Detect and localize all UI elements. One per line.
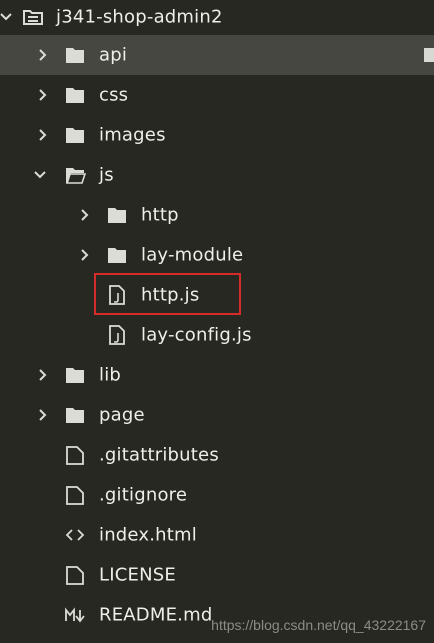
folder-icon bbox=[106, 204, 128, 226]
tree-item-license[interactable]: LICENSE bbox=[0, 555, 434, 595]
tree-item-label: index.html bbox=[99, 524, 197, 546]
tree-item-label: lay-config.js bbox=[141, 324, 252, 346]
folder-icon bbox=[64, 404, 86, 426]
file-icon bbox=[64, 444, 86, 466]
file-icon bbox=[64, 564, 86, 586]
chevron-right-icon[interactable] bbox=[37, 369, 49, 381]
tree-item-http[interactable]: http bbox=[0, 195, 434, 235]
watermark: https://blog.csdn.net/qq_43222167 bbox=[211, 617, 426, 633]
js-file-icon bbox=[106, 324, 128, 346]
tree-item-label: lib bbox=[99, 364, 122, 386]
folder-icon bbox=[64, 124, 86, 146]
tree-item-api[interactable]: api bbox=[0, 35, 434, 75]
tree-item-css[interactable]: css bbox=[0, 75, 434, 115]
file-tree: j341-shop-admin2 api css images js http … bbox=[0, 0, 434, 643]
tree-item-label: .gitattributes bbox=[99, 444, 219, 466]
highlight-box bbox=[94, 273, 241, 315]
folder-icon bbox=[106, 244, 128, 266]
tree-root[interactable]: j341-shop-admin2 bbox=[0, 0, 434, 34]
markdown-icon bbox=[64, 604, 86, 626]
chevron-down-icon[interactable] bbox=[34, 169, 46, 181]
tree-item-label: LICENSE bbox=[99, 564, 176, 586]
tree-item-label: README.md bbox=[99, 604, 213, 626]
folder-icon bbox=[64, 44, 86, 66]
tree-item-label: lay-module bbox=[141, 244, 244, 266]
chevron-right-icon[interactable] bbox=[37, 89, 49, 101]
tree-item-label: page bbox=[99, 404, 145, 426]
chevron-right-icon[interactable] bbox=[37, 409, 49, 421]
code-icon bbox=[64, 524, 86, 546]
chevron-right-icon[interactable] bbox=[37, 49, 49, 61]
tree-item-page[interactable]: page bbox=[0, 395, 434, 435]
folder-open-icon bbox=[64, 164, 86, 186]
chevron-right-icon[interactable] bbox=[79, 249, 91, 261]
tree-item-label: .gitignore bbox=[99, 484, 188, 506]
tree-item-lib[interactable]: lib bbox=[0, 355, 434, 395]
chevron-down-icon[interactable] bbox=[0, 11, 12, 23]
tree-item-js[interactable]: js bbox=[0, 155, 434, 195]
tree-item-label: api bbox=[99, 44, 128, 66]
folder-open-icon bbox=[22, 6, 44, 28]
tree-item-lay-module[interactable]: lay-module bbox=[0, 235, 434, 275]
tree-item-gitattributes[interactable]: .gitattributes bbox=[0, 435, 434, 475]
tree-item-lay-config-js[interactable]: lay-config.js bbox=[0, 315, 434, 355]
tree-item-gitignore[interactable]: .gitignore bbox=[0, 475, 434, 515]
folder-icon bbox=[64, 364, 86, 386]
tree-item-label: css bbox=[99, 84, 129, 106]
tree-item-index-html[interactable]: index.html bbox=[0, 515, 434, 555]
tree-item-label: js bbox=[99, 164, 114, 186]
tree-item-images[interactable]: images bbox=[0, 115, 434, 155]
tree-root-label: j341-shop-admin2 bbox=[56, 6, 223, 28]
folder-icon bbox=[64, 84, 86, 106]
tree-item-label: http bbox=[141, 204, 179, 226]
file-icon bbox=[64, 484, 86, 506]
chevron-right-icon[interactable] bbox=[37, 129, 49, 141]
tree-item-label: images bbox=[99, 124, 166, 146]
scrollbar-thumb[interactable] bbox=[424, 48, 434, 62]
chevron-right-icon[interactable] bbox=[79, 209, 91, 221]
